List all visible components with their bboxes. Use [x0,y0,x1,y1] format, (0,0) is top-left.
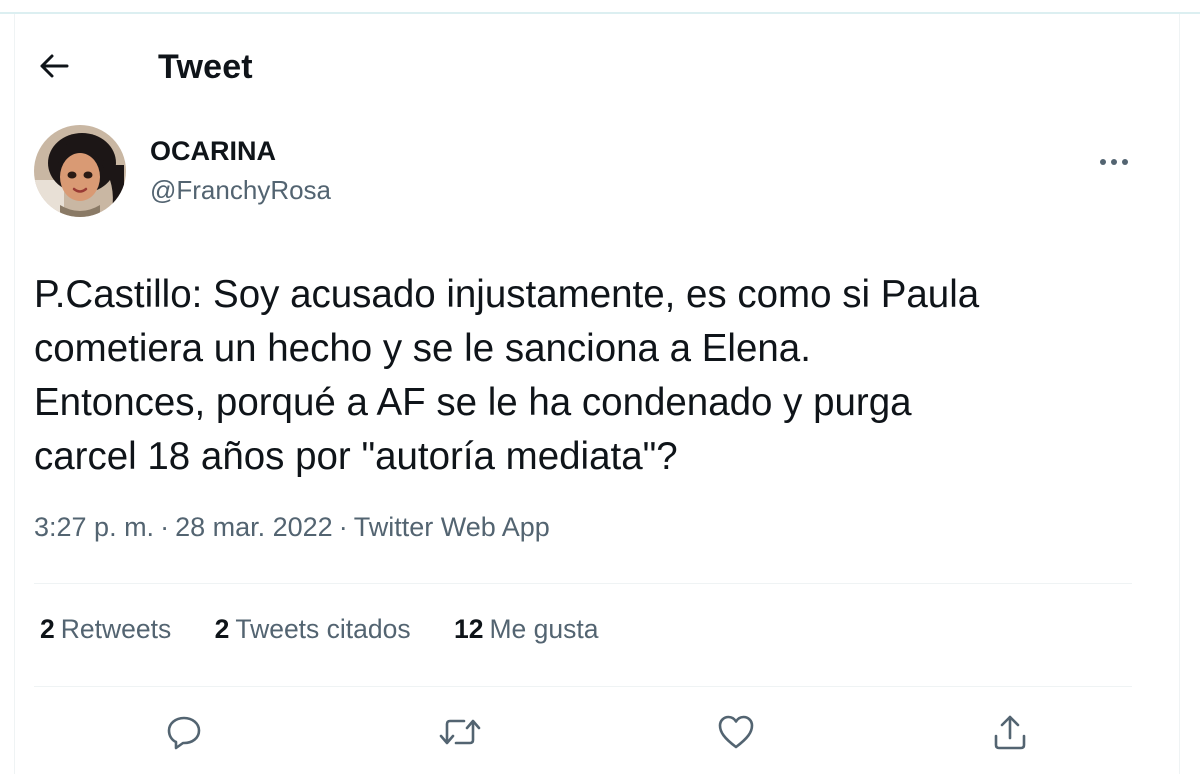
share-button[interactable] [988,710,1032,754]
author-block[interactable]: OCARINA @FranchyRosa [150,135,331,209]
tweet-date[interactable]: 28 mar. 2022 [175,512,333,542]
share-icon [994,715,1026,750]
heart-icon [718,715,754,749]
reply-icon [167,716,201,750]
retweet-icon [439,719,481,745]
tweet-stats: 2 Retweets 2 Tweets citados 12 Me gusta [40,614,635,645]
arrow-left-icon [40,54,69,78]
page-header: Tweet [34,40,1134,96]
tweet-time[interactable]: 3:27 p. m. [34,512,154,542]
like-button[interactable] [714,710,758,754]
top-border [0,0,1200,14]
likes-stat[interactable]: 12 Me gusta [454,614,599,645]
quote-tweets-stat[interactable]: 2 Tweets citados [215,614,411,645]
retweets-label: Retweets [60,614,172,644]
retweets-count: 2 [40,614,55,644]
more-horizontal-icon [1100,159,1128,165]
page-title: Tweet [158,48,253,86]
divider [34,686,1132,687]
likes-count: 12 [454,614,484,644]
reply-button[interactable] [162,710,206,754]
avatar[interactable] [34,125,126,217]
back-button[interactable] [34,40,74,92]
likes-label: Me gusta [489,614,599,644]
quote-tweets-label: Tweets citados [235,614,411,644]
tweet-source[interactable]: Twitter Web App [354,512,550,542]
tweet-text: P.Castillo: Soy acusado injustamente, es… [34,273,980,478]
meta-separator: · [160,512,170,542]
retweet-button[interactable] [438,710,482,754]
author-display-name[interactable]: OCARINA [150,135,331,167]
avatar-image [34,125,126,217]
more-options-button[interactable] [1096,150,1132,174]
tweet-metadata: 3:27 p. m. · 28 mar. 2022 · Twitter Web App [34,512,550,543]
quote-tweets-count: 2 [214,614,230,644]
retweets-stat[interactable]: 2 Retweets [40,614,171,645]
author-handle[interactable]: @FranchyRosa [150,171,331,209]
meta-separator: · [338,512,348,542]
divider [34,583,1132,584]
tweet-actions [0,700,1200,762]
